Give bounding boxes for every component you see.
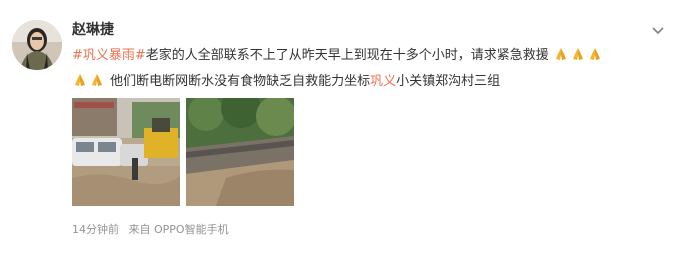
post-image-2[interactable] (186, 98, 294, 206)
username[interactable]: 赵琳捷 (72, 19, 114, 39)
post-meta: 14分钟前 来自 OPPO智能手机 (72, 221, 235, 237)
praying-hands-emoji-icon (589, 48, 600, 60)
post-text: 小关镇郑沟村三组 (396, 74, 501, 89)
post-text: 他们断电断网断水没有食物缺乏自救能力坐标 (110, 74, 371, 89)
weibo-post-card: 赵琳捷 #巩义暴雨#老家的人全部联系不上了从昨天早上到现在十多个小时，请求紧急救… (0, 0, 684, 257)
post-source: 来自 OPPO智能手机 (128, 223, 229, 236)
praying-hands-emoji-icon (75, 74, 85, 86)
post-time[interactable]: 14分钟前 (72, 223, 119, 236)
chevron-down-icon[interactable] (650, 22, 666, 38)
post-text-line-2: 他们断电断网断水没有食物缺乏自救能力坐标巩义小关镇郑沟村三组 (72, 72, 500, 91)
avatar[interactable] (12, 20, 62, 70)
hashtag-link[interactable]: #巩义暴雨# (72, 48, 146, 63)
post-image-1[interactable] (72, 98, 180, 206)
praying-hands-emoji-icon (92, 74, 102, 86)
post-text-line-1: #巩义暴雨#老家的人全部联系不上了从昨天早上到现在十多个小时，请求紧急救援 (72, 46, 604, 65)
post-text: 老家的人全部联系不上了从昨天早上到现在十多个小时，请求紧急救援 (145, 48, 549, 63)
location-link[interactable]: 巩义 (370, 74, 396, 89)
praying-hands-emoji-icon (555, 48, 566, 60)
praying-hands-emoji-icon (572, 48, 583, 60)
